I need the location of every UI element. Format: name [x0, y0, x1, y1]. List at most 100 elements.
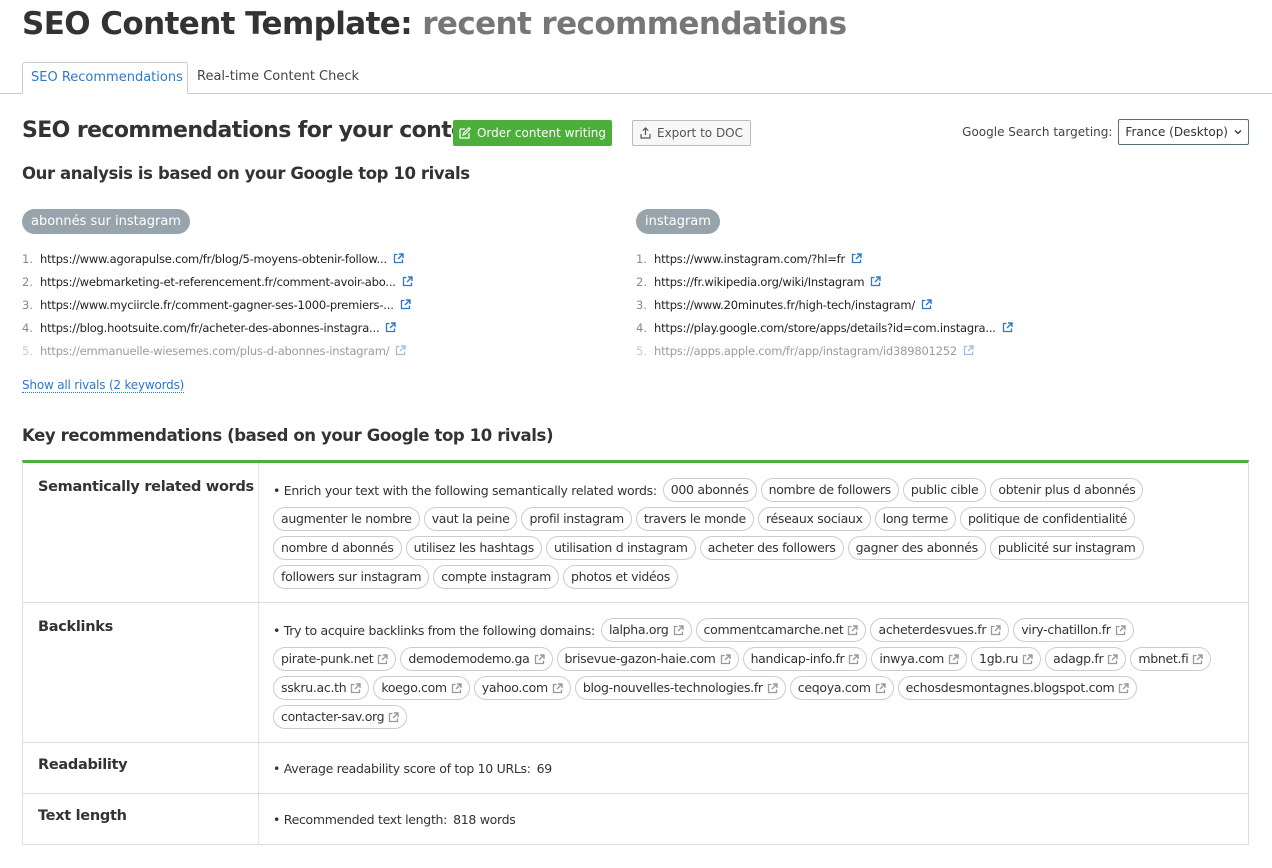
external-link-icon[interactable] — [673, 624, 684, 636]
rival-item: 5. https://apps.apple.com/fr/app/instagra… — [636, 339, 1013, 362]
backlink-domain: acheterdesvues.fr — [878, 622, 987, 637]
backlink-domain-chip[interactable]: 1gb.ru — [971, 647, 1042, 671]
semantic-word-chip[interactable]: publicité sur instagram — [989, 536, 1144, 560]
external-link-icon[interactable] — [875, 682, 886, 694]
external-link-icon[interactable] — [1192, 653, 1204, 665]
rec-text: • Try to acquire backlinks from the foll… — [273, 622, 595, 638]
semantic-word-chip[interactable]: photos et vidéos — [563, 565, 678, 589]
semantic-word-chip[interactable]: nombre de followers — [760, 478, 899, 502]
semantic-word-chip[interactable]: 000 abonnés — [662, 478, 757, 502]
recommended-text-length: 818 words — [453, 812, 516, 827]
backlink-domain-chip[interactable]: mbnet.fi — [1130, 647, 1212, 671]
backlink-domain: blog-nouvelles-technologies.fr — [582, 680, 763, 695]
backlink-domain-chip[interactable]: yahoo.com — [473, 676, 571, 700]
semantic-word-chip[interactable]: utilisez les hashtags — [405, 536, 542, 560]
semantic-word-chip[interactable]: augmenter le nombre — [273, 507, 420, 531]
semantic-word-chip[interactable]: nombre d abonnés — [273, 536, 402, 560]
show-all-rivals-link[interactable]: Show all rivals (2 keywords) — [22, 378, 184, 393]
semantic-word-chip[interactable]: profil instagram — [521, 507, 632, 531]
semantic-word-chip[interactable]: public cible — [902, 478, 987, 502]
rec-row-text-length: Text length • Recommended text length: 8… — [23, 794, 1248, 845]
semantic-word-chip[interactable]: réseaux sociaux — [757, 507, 871, 531]
export-to-doc-button[interactable]: Export to DOC — [632, 120, 751, 146]
backlink-domain-chip[interactable]: sskru.ac.th — [273, 676, 370, 700]
semantic-word-chip[interactable]: acheter des followers — [699, 536, 844, 560]
external-link-icon[interactable] — [393, 253, 404, 264]
rec-label: Backlinks — [23, 603, 259, 742]
external-link-icon[interactable] — [534, 653, 545, 665]
external-link-icon[interactable] — [377, 653, 389, 665]
backlink-domain: pirate-punk.net — [281, 651, 374, 666]
semantic-word-chip[interactable]: followers sur instagram — [273, 565, 430, 589]
external-link-icon[interactable] — [400, 299, 411, 310]
external-link-icon[interactable] — [921, 299, 932, 310]
external-link-icon[interactable] — [767, 682, 778, 694]
external-link-icon[interactable] — [1107, 653, 1119, 665]
external-link-icon[interactable] — [1115, 624, 1126, 636]
rival-item: 4. https://blog.hootsuite.com/fr/acheter-… — [22, 316, 413, 339]
backlink-domain-chip[interactable]: contacter-sav.org — [273, 705, 408, 729]
backlink-domain-chip[interactable]: adagp.fr — [1045, 647, 1127, 671]
rival-url: https://www.myciircle.fr/comment-gagner-… — [40, 297, 394, 312]
export-to-doc-label: Export to DOC — [656, 126, 744, 140]
external-link-icon[interactable] — [388, 711, 399, 723]
external-link-icon[interactable] — [402, 276, 413, 287]
semantic-word-chip[interactable]: travers le monde — [635, 507, 754, 531]
rival-rank: 4. — [22, 320, 33, 335]
external-link-icon[interactable] — [552, 682, 563, 694]
rec-label: Text length — [23, 794, 259, 844]
external-link-icon[interactable] — [451, 682, 462, 694]
tab-bar: SEO Recommendations Real-time Content Ch… — [0, 62, 1272, 94]
rival-rank: 1. — [22, 251, 33, 266]
external-link-icon[interactable] — [720, 653, 731, 665]
backlink-domain-chip[interactable]: blog-nouvelles-technologies.fr — [574, 676, 786, 700]
external-link-icon[interactable] — [1022, 653, 1033, 665]
edit-icon — [459, 127, 471, 139]
backlink-domain-chip[interactable]: lalpha.org — [600, 618, 692, 642]
backlink-domain-chip[interactable]: echosdesmontagnes.blogspot.com — [897, 676, 1138, 700]
backlink-domain-chip[interactable]: pirate-punk.net — [273, 647, 397, 671]
order-content-writing-button[interactable]: Order content writing — [453, 120, 612, 146]
external-link-icon[interactable] — [963, 345, 974, 356]
semantic-word-chip[interactable]: politique de confidentialité — [960, 507, 1136, 531]
backlink-domain-chip[interactable]: demodemodemo.ga — [400, 647, 553, 671]
semantic-word-chip[interactable]: vaut la peine — [423, 507, 518, 531]
semantic-word-chip[interactable]: long terme — [874, 507, 956, 531]
rival-item: 4. https://play.google.com/store/apps/det… — [636, 316, 1013, 339]
upload-icon — [640, 127, 651, 139]
rec-row-readability: Readability • Average readability score … — [23, 743, 1248, 794]
recommendations-table: Semantically related words • Enrich your… — [22, 460, 1249, 845]
external-link-icon[interactable] — [870, 276, 882, 287]
backlink-domain-chip[interactable]: viry-chatillon.fr — [1013, 618, 1134, 642]
backlink-domain-chip[interactable]: acheterdesvues.fr — [870, 618, 1010, 642]
rival-url: https://www.agorapulse.com/fr/blog/5-moy… — [40, 251, 387, 266]
keyword-badge: abonnés sur instagram — [22, 209, 190, 234]
backlink-domain-chip[interactable]: ceqoya.com — [789, 676, 894, 700]
semantic-word-chip[interactable]: compte instagram — [433, 565, 559, 589]
backlink-domain-chip[interactable]: handicap-info.fr — [742, 647, 868, 671]
tab-seo-recommendations[interactable]: SEO Recommendations — [22, 62, 188, 94]
semantic-word-chip[interactable]: gagner des abonnés — [847, 536, 986, 560]
external-link-icon[interactable] — [1118, 682, 1130, 694]
rec-content: • Enrich your text with the following se… — [259, 463, 1248, 602]
external-link-icon[interactable] — [385, 322, 397, 333]
semantic-word-chip[interactable]: obtenir plus d abonnés — [990, 478, 1144, 502]
backlink-domain-chip[interactable]: brisevue-gazon-haie.com — [556, 647, 739, 671]
external-link-icon[interactable] — [395, 345, 407, 356]
external-link-icon[interactable] — [851, 253, 862, 264]
external-link-icon[interactable] — [1002, 322, 1013, 333]
external-link-icon[interactable] — [948, 653, 959, 665]
targeting-select[interactable]: France (Desktop) — [1118, 119, 1249, 145]
external-link-icon[interactable] — [990, 624, 1001, 636]
rival-url: https://apps.apple.com/fr/app/instagram/… — [654, 343, 958, 358]
external-link-icon[interactable] — [350, 682, 362, 694]
rival-rank: 2. — [22, 274, 33, 289]
tab-real-time-content-check[interactable]: Real-time Content Check — [189, 62, 367, 94]
backlink-domain-chip[interactable]: inwya.com — [871, 647, 968, 671]
semantic-word-chip[interactable]: utilisation d instagram — [545, 536, 696, 560]
external-link-icon[interactable] — [848, 653, 860, 665]
backlink-domain-chip[interactable]: commentcamarche.net — [695, 618, 867, 642]
backlink-domain-chip[interactable]: koego.com — [373, 676, 470, 700]
rival-item: 5. https://emmanuelle-wiesemes.com/plus-d… — [22, 339, 413, 362]
external-link-icon[interactable] — [847, 624, 859, 636]
